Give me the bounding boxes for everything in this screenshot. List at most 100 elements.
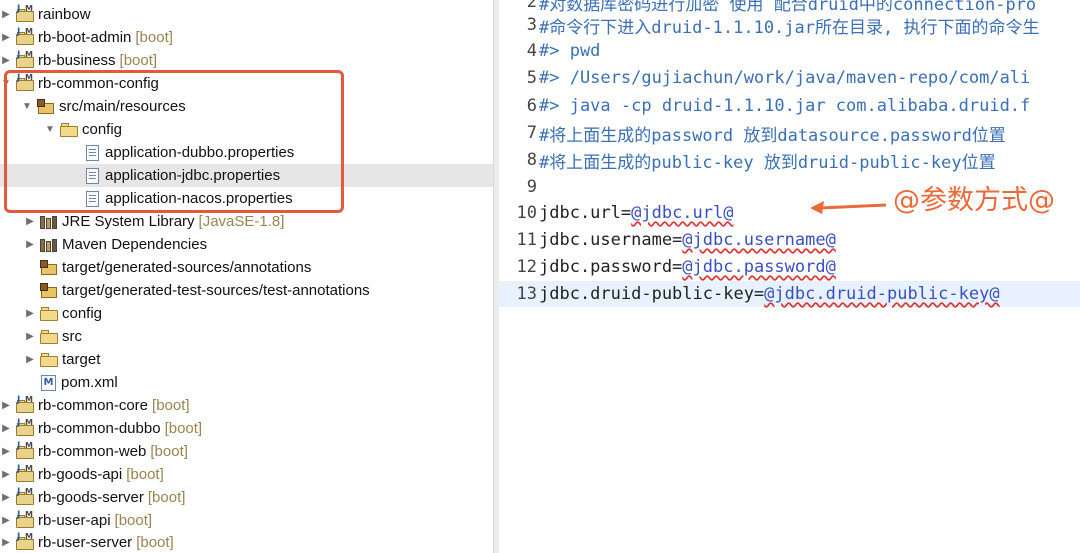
property-placeholder: @jdbc.password@: [682, 257, 836, 277]
maven-project-icon: JM: [16, 50, 34, 69]
maven-project-icon: JM: [16, 395, 34, 414]
library-icon: [40, 215, 58, 229]
maven-project-icon: JM: [16, 418, 34, 437]
line-number: 3: [526, 15, 537, 35]
chevron-right-icon[interactable]: ▶: [0, 54, 12, 68]
maven-project-icon: JM: [16, 4, 34, 23]
tree-item-src[interactable]: ▶ src: [0, 325, 493, 348]
tree-item-rb-common-dubbo[interactable]: ▶ JM rb-common-dubbo [boot]: [0, 417, 493, 440]
tree-item-label: rb-user-server: [38, 534, 133, 551]
tree-item-rb-common-web[interactable]: ▶ JM rb-common-web [boot]: [0, 440, 493, 463]
tree-item-generated-sources[interactable]: target/generated-sources/annotations: [0, 256, 493, 279]
chevron-right-icon[interactable]: ▶: [0, 514, 12, 528]
tree-item-label: rb-goods-api: [38, 466, 123, 483]
line-number: 11: [516, 230, 537, 250]
tree-item-label: target/generated-test-sources/test-annot…: [62, 282, 370, 299]
code-editor[interactable]: 2 #对数据库密码进行加密 使用 配合druid中的connection-pro…: [499, 0, 1080, 553]
maven-project-icon: JM: [16, 73, 34, 92]
tree-item-label: rb-common-dubbo: [38, 420, 161, 437]
tree-item-rb-common-core[interactable]: ▶ JM rb-common-core [boot]: [0, 394, 493, 417]
tree-item-label: rb-common-config: [38, 75, 159, 92]
chevron-down-icon[interactable]: ▼: [44, 123, 56, 137]
property-key: jdbc.druid-public-key=: [539, 284, 765, 304]
properties-file-icon: [86, 167, 99, 184]
chevron-right-icon[interactable]: ▶: [24, 353, 36, 367]
tree-item-config-root[interactable]: ▶ config: [0, 302, 493, 325]
maven-project-icon: JM: [16, 510, 34, 529]
chevron-down-icon[interactable]: ▼: [21, 100, 33, 114]
chevron-right-icon[interactable]: ▶: [0, 399, 12, 413]
property-placeholder: @jdbc.url@: [631, 203, 734, 223]
line-number: 13: [516, 284, 537, 304]
tree-item-application-jdbc[interactable]: application-jdbc.properties: [0, 164, 493, 187]
line-number: 10: [516, 203, 537, 223]
tree-item-label: application-nacos.properties: [105, 190, 293, 207]
property-key: jdbc.username=: [539, 230, 683, 250]
maven-project-icon: JM: [16, 487, 34, 506]
tree-item-pom[interactable]: M pom.xml: [0, 371, 493, 394]
boot-tag: [boot]: [152, 397, 190, 414]
tree-item-label: src: [62, 328, 82, 345]
source-folder-icon: [40, 259, 58, 276]
tree-item-label: rb-common-web: [38, 443, 147, 460]
tree-item-label: rb-common-core: [38, 397, 149, 414]
tree-item-maven-dependencies[interactable]: ▶ Maven Dependencies: [0, 233, 493, 256]
tree-item-jre-system-library[interactable]: ▶ JRE System Library [JavaSE-1.8]: [0, 210, 493, 233]
tree-item-application-dubbo[interactable]: application-dubbo.properties: [0, 141, 493, 164]
line-text: #将上面生成的public-key 放到druid-public-key位置: [539, 152, 996, 173]
tree-item-label: rb-user-api: [38, 512, 111, 529]
folder-icon: [40, 352, 58, 367]
tree-item-rb-user-api[interactable]: ▶ JM rb-user-api [boot]: [0, 509, 493, 532]
chevron-right-icon[interactable]: ▶: [24, 238, 36, 252]
tree-item-application-nacos[interactable]: application-nacos.properties: [0, 187, 493, 210]
chevron-right-icon[interactable]: ▶: [0, 445, 12, 459]
line-number: 2: [526, 0, 537, 12]
tree-item-rb-goods-server[interactable]: ▶ JM rb-goods-server [boot]: [0, 486, 493, 509]
tree-item-generated-test-sources[interactable]: target/generated-test-sources/test-annot…: [0, 279, 493, 302]
tree-item-rb-common-config[interactable]: ▼ JM rb-common-config: [0, 72, 493, 95]
folder-icon: [40, 306, 58, 321]
chevron-right-icon[interactable]: ▶: [0, 422, 12, 436]
code-line: 4 #> pwd: [499, 38, 1080, 64]
chevron-right-icon[interactable]: ▶: [24, 330, 36, 344]
boot-tag: [boot]: [114, 512, 153, 529]
code-line: 6 #> java -cp druid-1.1.10.jar com.aliba…: [499, 93, 1080, 119]
tree-item-src-main-resources[interactable]: ▼ src/main/resources: [0, 95, 493, 118]
chevron-right-icon[interactable]: ▶: [0, 536, 12, 550]
chevron-right-icon[interactable]: ▶: [0, 468, 12, 482]
tree-item-target[interactable]: ▶ target: [0, 348, 493, 371]
library-icon: [40, 238, 58, 252]
annotation-arrow-icon: [810, 201, 887, 214]
tree-item-label: Maven Dependencies: [62, 236, 208, 253]
line-number: 9: [526, 177, 537, 197]
tree-item-rb-boot-admin[interactable]: ▶ JM rb-boot-admin [boot]: [0, 26, 493, 49]
line-number: 4: [526, 41, 537, 61]
maven-project-icon: JM: [16, 27, 34, 46]
tree-item-config[interactable]: ▼ config: [0, 118, 493, 141]
source-folder-icon: [40, 282, 58, 299]
tree-item-rainbow[interactable]: ▶ JM rainbow: [0, 3, 493, 26]
chevron-right-icon[interactable]: ▶: [24, 307, 36, 321]
boot-tag: [boot]: [135, 29, 173, 46]
tree-item-label: config: [82, 121, 123, 138]
tree-item-rb-business[interactable]: ▶ JM rb-business [boot]: [0, 49, 493, 72]
tree-item-rb-goods-api[interactable]: ▶ JM rb-goods-api [boot]: [0, 463, 493, 486]
chevron-right-icon[interactable]: ▶: [24, 215, 36, 229]
tree-item-label: application-dubbo.properties: [105, 144, 295, 161]
jre-version-tag: [JavaSE-1.8]: [198, 213, 285, 230]
tree-item-label: pom.xml: [61, 374, 118, 391]
tree-item-rb-user-server[interactable]: ▶ JM rb-user-server [boot]: [0, 531, 493, 553]
tree-item-label: application-jdbc.properties: [105, 167, 281, 184]
line-number: 6: [526, 96, 537, 116]
boot-tag: [boot]: [119, 52, 158, 69]
chevron-right-icon[interactable]: ▶: [0, 491, 12, 505]
line-text: #将上面生成的password 放到datasource.password位置: [539, 125, 1006, 146]
property-key: jdbc.url=: [539, 203, 632, 223]
project-explorer: ▶ JM rainbow ▶ JM rb-boot-admin [boot] ▶…: [0, 0, 493, 553]
maven-project-icon: JM: [16, 532, 34, 551]
folder-open-icon: [60, 122, 78, 137]
chevron-down-icon[interactable]: ▼: [0, 77, 12, 91]
chevron-right-icon[interactable]: ▶: [0, 31, 12, 45]
property-placeholder: @jdbc.username@: [682, 230, 836, 250]
chevron-right-icon[interactable]: ▶: [0, 8, 12, 22]
